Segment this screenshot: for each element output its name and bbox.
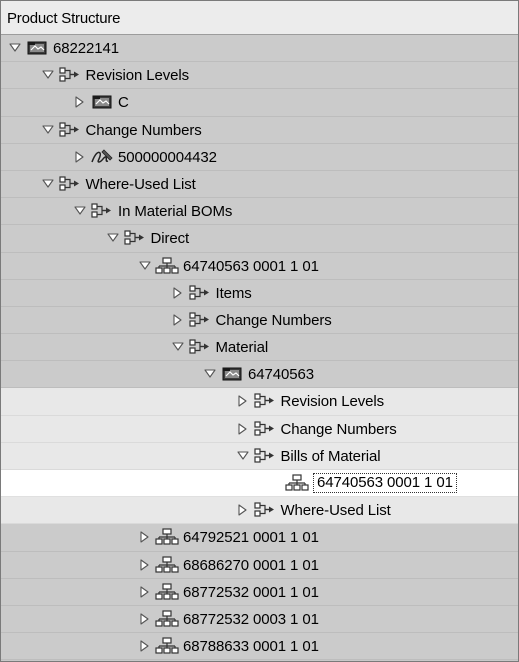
folder-link-icon: [253, 501, 277, 519]
collapse-triangle-icon[interactable]: [138, 530, 152, 544]
tree-node-label[interactable]: Direct: [151, 230, 190, 247]
expand-triangle-icon[interactable]: [41, 68, 55, 82]
tree-node[interactable]: Revision Levels: [1, 62, 518, 90]
tree-node-label[interactable]: 68772532 0003 1 01: [183, 611, 319, 628]
tree-node-label[interactable]: 64740563 0001 1 01: [183, 258, 319, 275]
collapse-triangle-icon[interactable]: [138, 558, 152, 572]
expand-triangle-icon[interactable]: [138, 259, 152, 273]
tree-node-label[interactable]: 64740563 0001 1 01: [313, 473, 457, 493]
tree-node[interactable]: 68772532 0003 1 01: [1, 605, 518, 634]
tree-node-label[interactable]: 68222141: [53, 40, 119, 57]
folder-link-icon: [58, 175, 82, 193]
tree-node-label[interactable]: Material: [216, 339, 269, 356]
folder-link-icon: [188, 311, 212, 329]
folder-link-icon: [253, 447, 277, 465]
tree-node-label[interactable]: 68788633 0001 1 01: [183, 638, 319, 655]
tree-node[interactable]: Bills of Material: [1, 442, 518, 470]
folder-link-icon: [253, 420, 277, 438]
material-icon: [90, 93, 114, 111]
folder-link-icon: [123, 229, 147, 247]
expand-triangle-icon[interactable]: [106, 231, 120, 245]
expand-triangle-icon[interactable]: [171, 340, 185, 354]
panel-header: Product Structure: [1, 1, 518, 35]
tree-node-label[interactable]: In Material BOMs: [118, 203, 232, 220]
collapse-triangle-icon[interactable]: [236, 422, 250, 436]
folder-link-icon: [188, 284, 212, 302]
collapse-triangle-icon[interactable]: [171, 313, 185, 327]
tree-node-label[interactable]: Change Numbers: [216, 312, 332, 329]
tree-node[interactable]: In Material BOMs: [1, 198, 518, 226]
expand-triangle-icon[interactable]: [73, 204, 87, 218]
tree-node[interactable]: Change Numbers: [1, 116, 518, 144]
tree-node-label[interactable]: 64740563: [248, 366, 314, 383]
collapse-triangle-icon[interactable]: [73, 95, 87, 109]
expand-triangle-icon[interactable]: [203, 367, 217, 381]
tree-node[interactable]: Where-Used List: [1, 170, 518, 199]
tree-node[interactable]: Items: [1, 279, 518, 307]
product-structure-panel: Product Structure 68222141 Revision Level…: [0, 0, 519, 662]
collapse-triangle-icon[interactable]: [138, 585, 152, 599]
expand-triangle-icon[interactable]: [8, 41, 22, 55]
tree-node[interactable]: Material: [1, 334, 518, 362]
tree-node[interactable]: 68222141: [1, 35, 518, 63]
tree-node-label[interactable]: Revision Levels: [281, 393, 385, 410]
collapse-triangle-icon[interactable]: [73, 150, 87, 164]
tree-node[interactable]: 500000004432: [1, 143, 518, 171]
material-icon: [220, 365, 244, 383]
folder-link-icon: [253, 392, 277, 410]
bom-icon: [155, 583, 179, 601]
tree-node[interactable]: Change Numbers: [1, 415, 518, 443]
bom-icon: [155, 610, 179, 628]
tree-node-label[interactable]: 64792521 0001 1 01: [183, 529, 319, 546]
folder-link-icon: [58, 66, 82, 84]
collapse-triangle-icon[interactable]: [236, 503, 250, 517]
tree-node[interactable]: Change Numbers: [1, 306, 518, 335]
tree-node-label[interactable]: Change Numbers: [86, 122, 202, 139]
folder-link-icon: [90, 202, 114, 220]
tree-node[interactable]: Revision Levels: [1, 388, 518, 416]
folder-link-icon: [188, 338, 212, 356]
tree-node[interactable]: 64740563 0001 1 01: [1, 252, 518, 280]
tree-node[interactable]: 64740563 0001 1 01: [1, 470, 518, 498]
expand-triangle-icon[interactable]: [41, 123, 55, 137]
tree-node-label[interactable]: Revision Levels: [86, 67, 190, 84]
tree-node-label[interactable]: 68772532 0001 1 01: [183, 584, 319, 601]
collapse-triangle-icon[interactable]: [236, 394, 250, 408]
material-icon: [25, 39, 49, 57]
collapse-triangle-icon[interactable]: [138, 639, 152, 653]
tree-node-label[interactable]: Where-Used List: [86, 176, 196, 193]
tree-node-label[interactable]: Items: [216, 285, 252, 302]
bom-icon: [155, 256, 179, 275]
tree-node[interactable]: Direct: [1, 225, 518, 253]
collapse-triangle-icon[interactable]: [171, 286, 185, 300]
tree-node-label[interactable]: Bills of Material: [281, 448, 381, 465]
bom-icon: [155, 555, 179, 574]
tree-node-label[interactable]: 500000004432: [118, 149, 217, 166]
bom-icon: [285, 474, 309, 492]
tree-node[interactable]: 64792521 0001 1 01: [1, 524, 518, 552]
bom-icon: [155, 528, 179, 546]
tree-node[interactable]: 64740563: [1, 361, 518, 389]
folder-link-icon: [58, 121, 82, 139]
tree-node[interactable]: 68772532 0001 1 01: [1, 578, 518, 606]
expand-triangle-icon[interactable]: [236, 449, 250, 463]
expand-triangle-icon[interactable]: [41, 177, 55, 191]
tree-node[interactable]: Where-Used List: [1, 497, 518, 525]
product-structure-tree[interactable]: 68222141 Revision Levels C Change Numbers 50…: [1, 35, 518, 661]
tree-node-label[interactable]: C: [118, 94, 129, 111]
tree-node[interactable]: 68686270 0001 1 01: [1, 551, 518, 579]
tree-node-label[interactable]: Where-Used List: [281, 502, 391, 519]
signature-icon: [90, 148, 114, 166]
tree-node-label[interactable]: 68686270 0001 1 01: [183, 557, 319, 574]
bom-icon: [155, 637, 179, 655]
tree-node-label[interactable]: Change Numbers: [281, 421, 397, 438]
collapse-triangle-icon[interactable]: [138, 612, 152, 626]
tree-node[interactable]: 68788633 0001 1 01: [1, 633, 518, 661]
panel-title: Product Structure: [7, 10, 121, 27]
tree-node[interactable]: C: [1, 89, 518, 117]
